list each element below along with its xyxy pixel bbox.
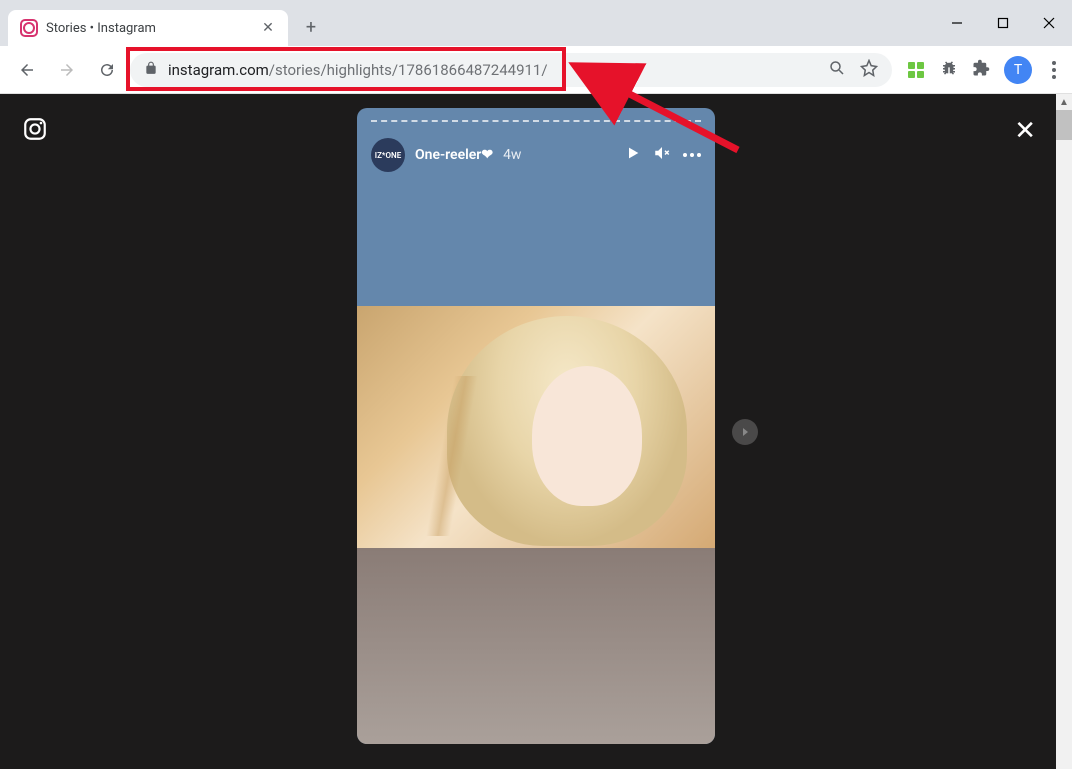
page-content: ✕ One-reeler Act IV Color of Youth IZ*ON… bbox=[0, 94, 1072, 769]
close-window-button[interactable] bbox=[1026, 0, 1072, 46]
window-controls bbox=[934, 0, 1072, 46]
story-more-icon[interactable] bbox=[683, 153, 701, 157]
tab-close-button[interactable]: ✕ bbox=[260, 20, 276, 36]
story-portrait bbox=[357, 306, 715, 554]
new-tab-button[interactable]: + bbox=[296, 12, 326, 42]
next-story-button[interactable] bbox=[732, 419, 758, 445]
address-bar-wrap: instagram.com/stories/highlights/1786186… bbox=[130, 53, 892, 87]
story-bottom-fade bbox=[357, 548, 715, 744]
forward-button[interactable] bbox=[50, 53, 84, 87]
url-path: /stories/highlights/17861866487244911/ bbox=[269, 61, 548, 79]
maximize-button[interactable] bbox=[980, 0, 1026, 46]
story-avatar[interactable]: IZ*ONE bbox=[371, 138, 405, 172]
bookmark-star-icon[interactable] bbox=[860, 59, 878, 81]
zoom-icon[interactable] bbox=[828, 59, 846, 81]
scroll-up-icon[interactable]: ▲ bbox=[1056, 94, 1072, 110]
lock-icon bbox=[144, 60, 158, 79]
story-timestamp: 4w bbox=[503, 147, 521, 163]
back-button[interactable] bbox=[10, 53, 44, 87]
instagram-favicon bbox=[20, 19, 38, 37]
minimize-button[interactable] bbox=[934, 0, 980, 46]
address-bar-icons bbox=[828, 59, 878, 81]
reload-button[interactable] bbox=[90, 53, 124, 87]
story-image: One-reeler Act IV Color of Youth bbox=[357, 306, 715, 554]
story-header: IZ*ONE One-reeler❤ 4w bbox=[371, 138, 701, 172]
profile-avatar[interactable]: T bbox=[1004, 56, 1032, 84]
page-scrollbar[interactable]: ▲ bbox=[1056, 94, 1072, 769]
story-username[interactable]: One-reeler❤ bbox=[415, 147, 493, 163]
close-story-button[interactable]: ✕ bbox=[1014, 116, 1036, 146]
story-progress-bar bbox=[371, 120, 701, 122]
play-icon[interactable] bbox=[625, 145, 641, 165]
browser-menu-button[interactable] bbox=[1046, 55, 1062, 85]
browser-tab[interactable]: Stories • Instagram ✕ bbox=[8, 10, 288, 46]
tab-title: Stories • Instagram bbox=[46, 21, 252, 36]
address-bar[interactable]: instagram.com/stories/highlights/1786186… bbox=[130, 53, 892, 87]
story-card[interactable]: One-reeler Act IV Color of Youth IZ*ONE … bbox=[357, 108, 715, 744]
scrollbar-thumb[interactable] bbox=[1056, 110, 1072, 140]
story-controls bbox=[625, 144, 701, 166]
url-domain: instagram.com bbox=[168, 61, 269, 79]
browser-toolbar: instagram.com/stories/highlights/1786186… bbox=[0, 46, 1072, 94]
extensions-puzzle-icon[interactable] bbox=[972, 59, 990, 81]
extension-bug-icon[interactable] bbox=[940, 59, 958, 81]
url-text: instagram.com/stories/highlights/1786186… bbox=[168, 61, 548, 79]
extension-icons: T bbox=[906, 55, 1062, 85]
extension-green-icon[interactable] bbox=[906, 60, 926, 80]
mute-icon[interactable] bbox=[653, 144, 671, 166]
instagram-logo-icon[interactable] bbox=[22, 116, 48, 146]
titlebar: Stories • Instagram ✕ + bbox=[0, 0, 1072, 46]
